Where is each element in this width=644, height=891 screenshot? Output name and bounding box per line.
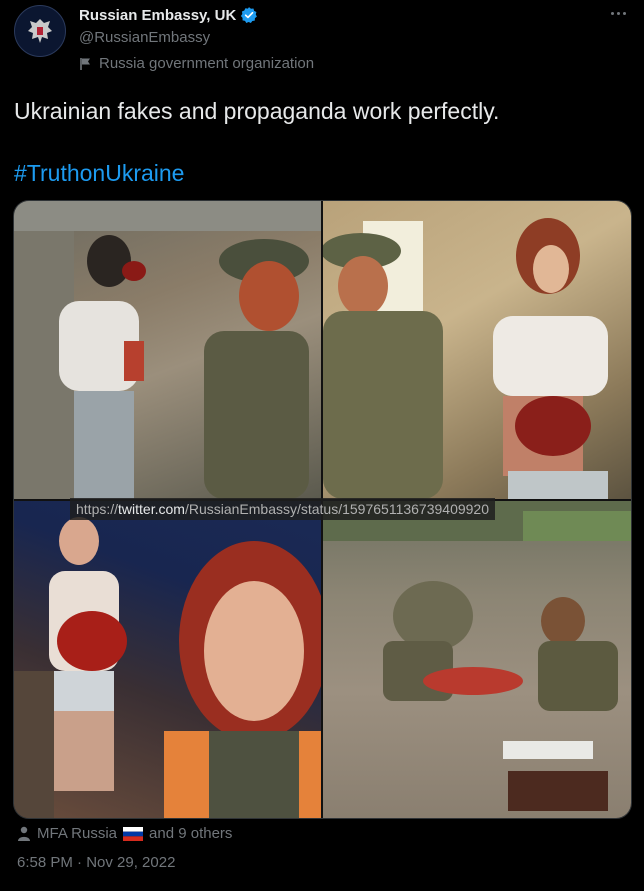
flag-icon — [80, 57, 90, 70]
media-grid[interactable]: https:// twitter.com /RussianEmbassy/sta… — [13, 200, 632, 819]
media-url-overlay: https:// twitter.com /RussianEmbassy/sta… — [70, 498, 496, 520]
account-name[interactable]: Russian Embassy, UK — [79, 7, 236, 24]
photo-3[interactable] — [14, 501, 321, 818]
government-label: Russia government organization — [79, 55, 314, 72]
liked-by[interactable]: MFA Russia and 9 others — [17, 825, 232, 842]
photo-2-image — [323, 218, 608, 499]
more-dots-icon — [610, 11, 614, 15]
coat-of-arms-icon — [28, 19, 52, 43]
tweet-text: Ukrainian fakes and propaganda work perf… — [14, 98, 500, 124]
photo-3-image — [14, 517, 321, 818]
liked-by-others[interactable]: and 9 others — [149, 825, 232, 842]
tweet-timestamp[interactable]: 6:58 PM · Nov 29, 2022 — [17, 854, 175, 871]
hashtag-link[interactable]: #TruthonUkraine — [14, 160, 184, 187]
photo-4-image — [323, 501, 631, 811]
url-prefix: https:// — [76, 501, 119, 517]
url-domain: twitter.com — [118, 501, 185, 517]
account-handle[interactable]: @RussianEmbassy — [79, 29, 210, 46]
government-label-text: Russia government organization — [99, 55, 315, 72]
avatar[interactable] — [14, 5, 66, 57]
person-icon — [18, 826, 30, 841]
photo-1-image — [14, 201, 321, 499]
photo-1[interactable] — [14, 201, 321, 499]
url-path: /RussianEmbassy/status/15976511367394099… — [184, 501, 490, 517]
liked-by-name[interactable]: MFA Russia — [37, 825, 117, 842]
more-options-button[interactable] — [606, 6, 630, 20]
photo-4[interactable] — [323, 501, 631, 818]
photo-2[interactable] — [323, 201, 631, 499]
verified-badge-icon — [241, 7, 258, 24]
russia-flag-icon — [123, 826, 144, 841]
